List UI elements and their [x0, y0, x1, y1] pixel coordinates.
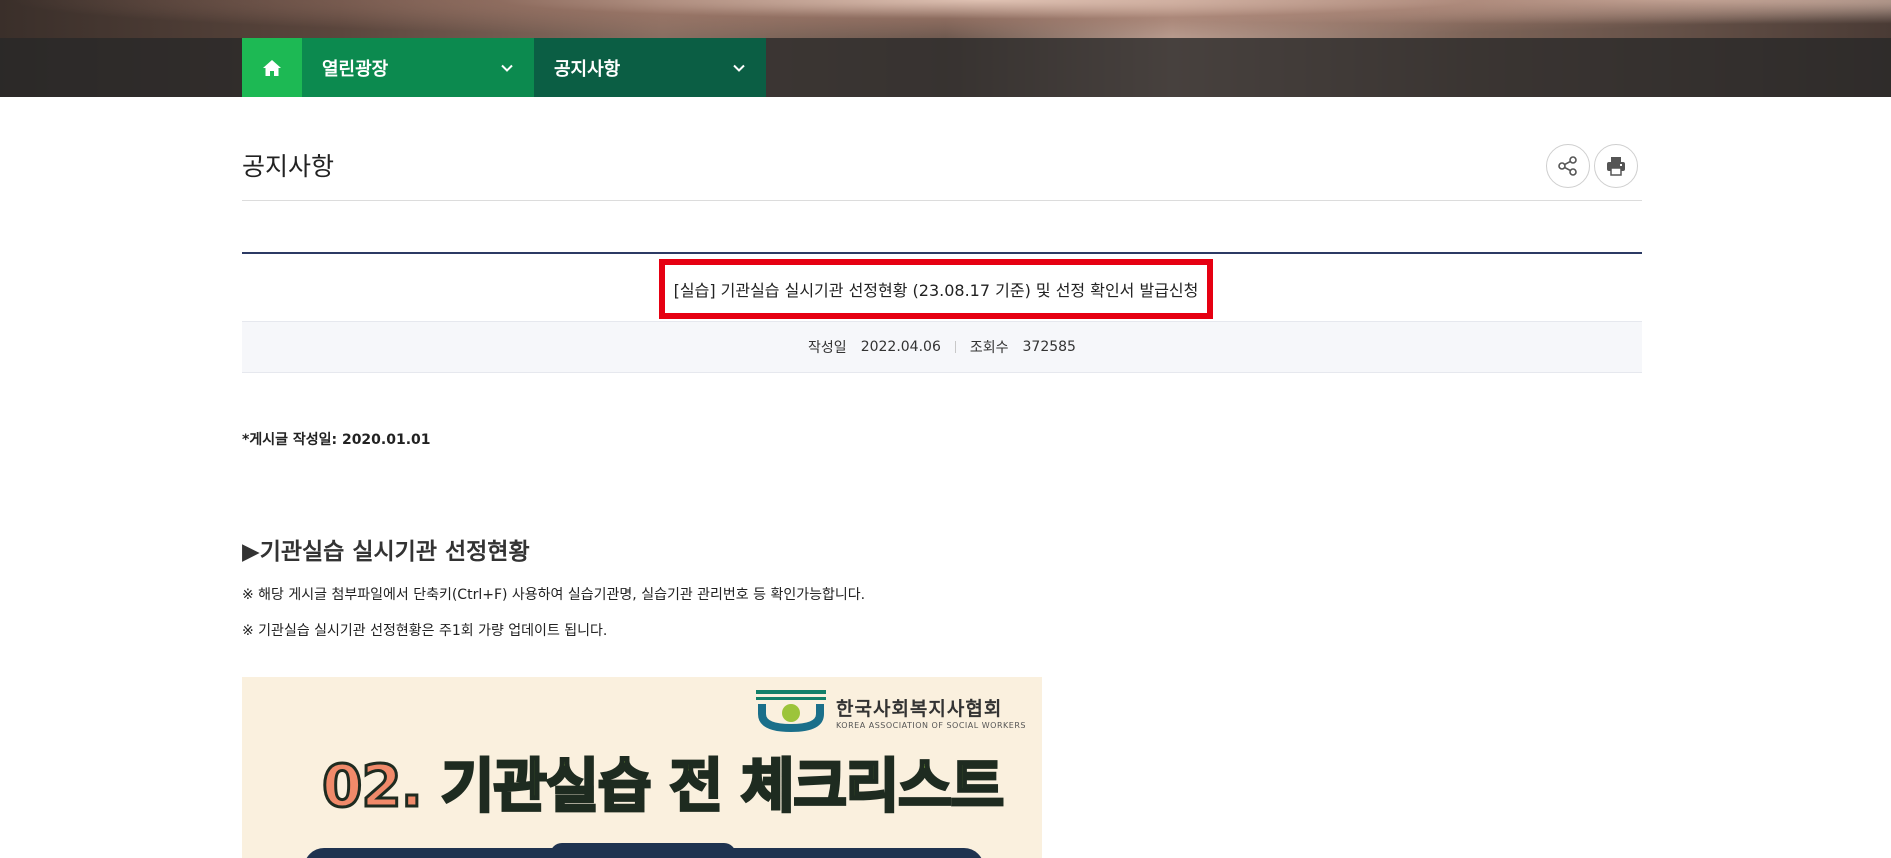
page-title: 공지사항	[242, 152, 335, 181]
banner-bottom-bar	[304, 848, 984, 858]
breadcrumb: 열린광장 공지사항	[242, 38, 766, 97]
home-button[interactable]	[242, 38, 302, 97]
print-button[interactable]	[1594, 144, 1638, 188]
views-value: 372585	[1022, 339, 1076, 355]
share-button[interactable]	[1546, 144, 1590, 188]
written-date-note: *게시글 작성일: 2020.01.01	[242, 432, 431, 448]
logo-korean-text: 한국사회복지사협회	[836, 698, 1003, 720]
section-heading: ▶기관실습 실시기관 선정현황	[242, 539, 530, 565]
breadcrumb-dropdown-open-square[interactable]: 열린광장	[302, 38, 534, 97]
info-note: ※ 기관실습 실시기관 선정현황은 주1회 가량 업데이트 됩니다.	[242, 623, 608, 639]
title-divider	[242, 200, 1642, 201]
meta-separator	[954, 341, 956, 353]
date-value: 2022.04.06	[860, 339, 941, 355]
breadcrumb-label: 공지사항	[554, 58, 621, 80]
post-title: [실습] 기관실습 실시기관 선정현황 (23.08.17 기준) 및 선정 확…	[673, 281, 1199, 300]
home-icon	[263, 59, 281, 76]
banner-title: 02. 기관실습 전 체크리스트	[321, 739, 1006, 823]
print-icon	[1607, 157, 1625, 176]
banner-title-text: 기관실습 전 체크리스트	[439, 751, 1005, 822]
views-label: 조회수	[969, 340, 1009, 356]
chevron-down-icon	[501, 64, 513, 72]
chevron-down-icon	[733, 64, 745, 72]
checklist-banner-image: 한국사회복지사협회 KOREA ASSOCIATION OF SOCIAL WO…	[242, 677, 1042, 858]
association-logo: 한국사회복지사협회 KOREA ASSOCIATION OF SOCIAL WO…	[756, 690, 1026, 734]
info-note: ※ 해당 게시글 첨부파일에서 단축키(Ctrl+F) 사용하여 실습기관명, …	[242, 587, 866, 603]
post-meta: 작성일 2022.04.06 조회수 372585	[242, 321, 1642, 373]
date-label: 작성일	[808, 340, 847, 356]
logo-english-text: KOREA ASSOCIATION OF SOCIAL WORKERS	[836, 721, 1026, 730]
breadcrumb-label: 열린광장	[322, 58, 389, 80]
post-top-line	[242, 252, 1642, 254]
breadcrumb-dropdown-notice[interactable]: 공지사항	[534, 38, 766, 97]
share-icon	[1558, 156, 1577, 176]
post-title-highlight: [실습] 기관실습 실시기관 선정현황 (23.08.17 기준) 및 선정 확…	[659, 259, 1213, 319]
page-tools	[1546, 144, 1638, 188]
association-logo-icon	[756, 690, 826, 732]
banner-title-number: 02.	[321, 751, 425, 822]
